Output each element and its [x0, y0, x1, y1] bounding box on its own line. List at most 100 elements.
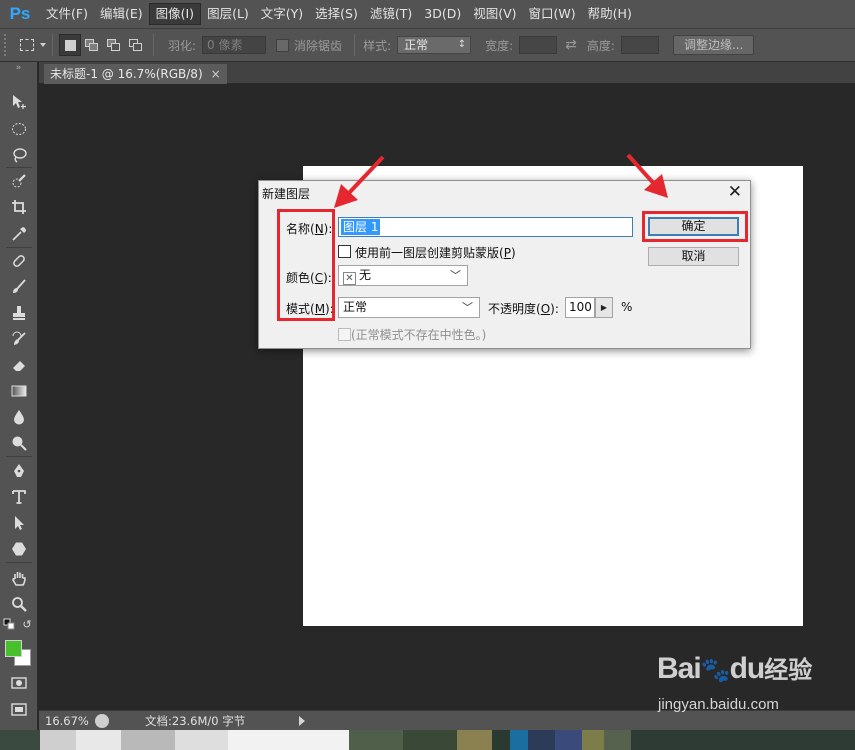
refine-edge-button[interactable]: 调整边缘...: [672, 35, 755, 55]
menu-layer[interactable]: 图层(L): [201, 3, 255, 25]
toolbox: » ↺: [0, 62, 38, 730]
style-select[interactable]: 正常: [397, 36, 472, 54]
divider: [153, 34, 154, 56]
dialog-title: 新建图层: [262, 187, 311, 201]
brush-icon[interactable]: [7, 276, 31, 298]
baidu-jingyan-watermark: Bai🐾du经验 jingyan.baidu.com: [650, 650, 820, 730]
intersect-selection-button[interactable]: [125, 34, 147, 56]
antialias-label: 消除锯齿: [294, 38, 343, 53]
name-label: 名称(N):: [286, 222, 333, 236]
document-info: 文档:23.6M/0 字节: [145, 713, 246, 728]
antialias-checkbox[interactable]: [276, 38, 290, 52]
chevron-down-icon[interactable]: [40, 43, 46, 47]
rectangular-marquee-icon: [20, 39, 34, 51]
menu-bar: Ps 文件(F) 编辑(E) 图像(I) 图层(L) 文字(Y) 选择(S) 滤…: [0, 0, 855, 28]
photoshop-logo: Ps: [9, 4, 31, 23]
shape-icon[interactable]: [7, 538, 31, 560]
chevron-down-icon: ﹀: [450, 269, 461, 282]
intersect-selection-icon: [129, 39, 143, 51]
color-select[interactable]: ✕ 无 ﹀: [338, 265, 468, 286]
lasso-icon[interactable]: [7, 144, 31, 166]
menu-edit[interactable]: 编辑(E): [94, 3, 149, 25]
opacity-label: 不透明度(O):: [488, 302, 559, 316]
eyedropper-icon[interactable]: [7, 223, 31, 245]
gradient-icon[interactable]: [7, 380, 31, 402]
options-bar-grip[interactable]: [4, 34, 10, 56]
menu-3d[interactable]: 3D(D): [418, 3, 467, 25]
menu-view[interactable]: 视图(V): [467, 3, 522, 25]
share-icon[interactable]: [95, 713, 109, 728]
subtract-from-selection-button[interactable]: [103, 34, 125, 56]
document-tab-bar: 未标题-1 @ 16.7%(RGB/8) ×: [39, 62, 855, 84]
feather-input[interactable]: 0 像素: [202, 36, 267, 54]
move-tool-icon[interactable]: [7, 91, 31, 113]
clone-stamp-icon[interactable]: [7, 302, 31, 324]
tool-preset-picker[interactable]: [16, 34, 38, 56]
add-selection-icon: [85, 39, 99, 51]
new-selection-button[interactable]: [59, 34, 81, 56]
clipping-mask-label: 使用前一图层创建剪贴蒙版(P): [355, 246, 516, 260]
divider: [6, 562, 32, 563]
foreground-color-swatch[interactable]: [5, 640, 22, 657]
chevron-down-icon: ﹀: [462, 301, 473, 314]
ok-button[interactable]: 确定: [648, 217, 739, 236]
document-tab[interactable]: 未标题-1 @ 16.7%(RGB/8) ×: [44, 64, 227, 84]
hand-icon[interactable]: [7, 567, 31, 589]
layer-name-input[interactable]: 图层 1: [338, 217, 633, 237]
type-icon[interactable]: [7, 486, 31, 508]
zoom-level-field[interactable]: 16.67%: [43, 713, 89, 729]
divider: [52, 34, 53, 56]
divider: [6, 456, 32, 457]
menu-window[interactable]: 窗口(W): [523, 3, 582, 25]
divider: [6, 167, 32, 168]
toolbox-collapse-icon[interactable]: »: [0, 62, 37, 74]
cancel-button[interactable]: 取消: [648, 247, 739, 266]
new-selection-icon: [64, 39, 76, 51]
crop-icon[interactable]: [7, 196, 31, 218]
add-to-selection-button[interactable]: [81, 34, 103, 56]
layer-name-value: 图层 1: [341, 219, 381, 235]
status-menu-arrow-icon[interactable]: [299, 715, 305, 726]
color-label: 颜色(C):: [286, 271, 332, 285]
swap-icon[interactable]: ⇄: [565, 37, 577, 53]
zoom-icon[interactable]: [7, 593, 31, 615]
opacity-slider-arrow-icon[interactable]: ▶: [595, 297, 613, 318]
history-brush-icon[interactable]: [7, 328, 31, 350]
dodge-icon[interactable]: [7, 432, 31, 454]
blur-icon[interactable]: [7, 406, 31, 428]
height-input[interactable]: [620, 36, 659, 54]
paw-icon: 🐾: [700, 657, 731, 684]
spot-healing-icon[interactable]: [7, 250, 31, 272]
quick-selection-icon[interactable]: [7, 170, 31, 192]
eraser-icon[interactable]: [7, 354, 31, 376]
mode-select-value: 正常: [343, 300, 368, 314]
watermark-url: jingyan.baidu.com: [658, 696, 779, 713]
neutral-color-checkbox[interactable]: [338, 328, 351, 341]
baidu-logo: Bai🐾du经验: [657, 652, 813, 685]
menu-filter[interactable]: 滤镜(T): [364, 3, 418, 25]
opacity-input[interactable]: 100: [565, 297, 595, 318]
default-colors-icon[interactable]: [3, 618, 17, 630]
pen-icon[interactable]: [7, 460, 31, 482]
neutral-color-label: (正常模式不存在中性色。): [351, 328, 487, 342]
screen-mode-icon[interactable]: [7, 698, 31, 720]
new-layer-dialog: 新建图层 ✕ 名称(N): 图层 1 使用前一图层创建剪贴蒙版(P) 颜色(C)…: [258, 180, 751, 349]
quick-mask-icon[interactable]: [7, 672, 31, 694]
clipping-mask-checkbox[interactable]: [338, 245, 351, 258]
menu-file[interactable]: 文件(F): [40, 3, 94, 25]
width-input[interactable]: [519, 36, 558, 54]
divider: [6, 247, 32, 248]
height-label: 高度:: [586, 38, 615, 53]
swap-colors-icon[interactable]: ↺: [20, 618, 34, 631]
menu-image[interactable]: 图像(I): [148, 3, 202, 25]
menu-help[interactable]: 帮助(H): [582, 3, 638, 25]
elliptical-marquee-icon[interactable]: [7, 118, 31, 140]
mode-select[interactable]: 正常 ﹀: [338, 297, 480, 318]
close-icon[interactable]: ✕: [728, 182, 742, 202]
opacity-unit: %: [621, 300, 633, 314]
menu-select[interactable]: 选择(S): [309, 3, 364, 25]
options-bar: 羽化: 0 像素 消除锯齿 样式: 正常 宽度: ⇄ 高度: 调整边缘...: [0, 28, 855, 62]
close-icon[interactable]: ×: [211, 67, 221, 81]
menu-type[interactable]: 文字(Y): [255, 3, 309, 25]
path-selection-icon[interactable]: [7, 512, 31, 534]
